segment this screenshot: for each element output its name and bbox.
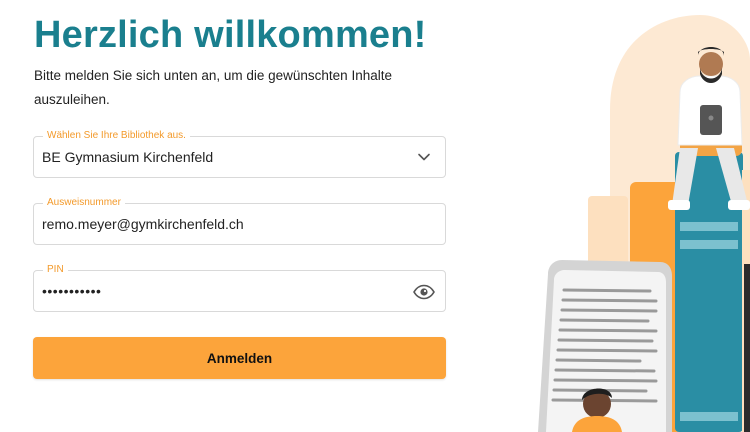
eye-icon[interactable] (413, 284, 435, 300)
pin-label: PIN (43, 263, 68, 277)
pin-value[interactable]: ••••••••••• (42, 283, 101, 299)
book-stripe (680, 222, 738, 231)
login-button[interactable]: Anmelden (33, 337, 446, 379)
book-spine-dark (744, 264, 750, 432)
person-shoe (668, 200, 690, 210)
card-number-value[interactable]: remo.meyer@gymkirchenfeld.ch (42, 216, 244, 232)
pin-field[interactable]: PIN ••••••••••• (33, 263, 446, 312)
book-stripe (680, 240, 738, 249)
card-number-label: Ausweisnummer (43, 196, 125, 210)
library-select-value: BE Gymnasium Kirchenfeld (42, 149, 214, 165)
library-illustration (538, 15, 750, 432)
chevron-down-icon[interactable] (417, 150, 431, 164)
person-face (699, 52, 723, 76)
card-number-field[interactable]: Ausweisnummer remo.meyer@gymkirchenfeld.… (33, 196, 446, 245)
book-stripe (680, 412, 738, 421)
page-title: Herzlich willkommen! (34, 14, 427, 56)
person-shoe (728, 200, 750, 210)
library-select[interactable]: Wählen Sie Ihre Bibliothek aus. BE Gymna… (33, 129, 446, 178)
intro-text: Bitte melden Sie sich unten an, um die g… (34, 68, 392, 107)
library-select-label: Wählen Sie Ihre Bibliothek aus. (43, 129, 190, 143)
